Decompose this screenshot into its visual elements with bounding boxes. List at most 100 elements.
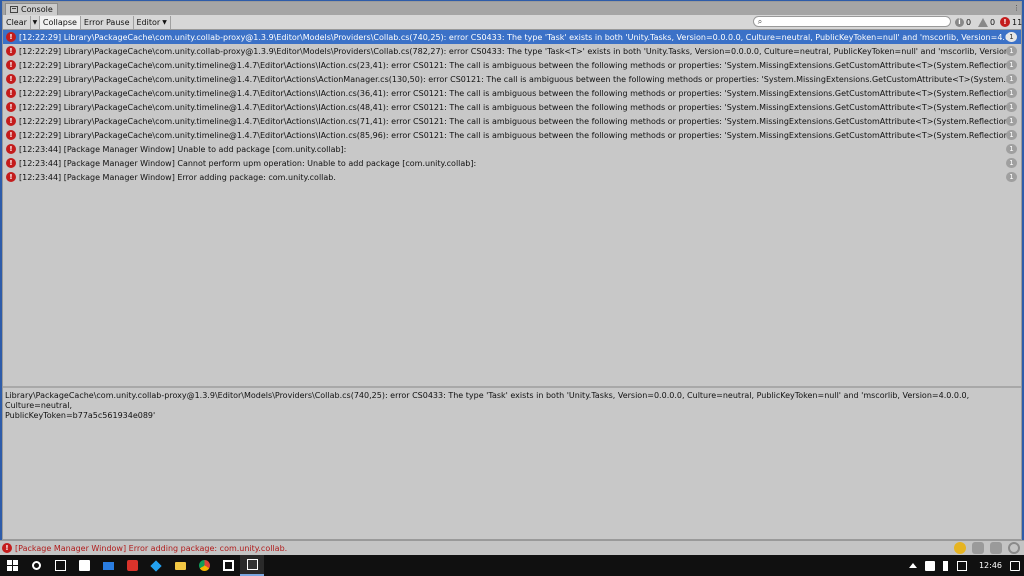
- taskbar-unity-editor[interactable]: [240, 555, 264, 576]
- ime-icon[interactable]: [956, 560, 967, 571]
- warning-count: 0: [990, 17, 996, 27]
- log-row[interactable]: ! [12:22:29] Library\PackageCache\com.un…: [3, 114, 1021, 128]
- log-text: [12:23:44] [Package Manager Window] Cann…: [19, 158, 477, 168]
- log-text: [12:22:29] Library\PackageCache\com.unit…: [19, 46, 1009, 56]
- search-icon: [31, 561, 41, 570]
- info-count: 0: [966, 17, 972, 27]
- error-icon: !: [6, 88, 16, 98]
- collapse-toggle[interactable]: Collapse: [39, 15, 81, 29]
- info-filter-toggle[interactable]: i 0: [955, 16, 971, 28]
- app-icon: [126, 560, 138, 571]
- console-icon: [10, 6, 18, 13]
- log-text: [12:22:29] Library\PackageCache\com.unit…: [19, 88, 1009, 98]
- search-box: ⌕: [753, 16, 951, 27]
- taskbar-unity-hub[interactable]: [216, 555, 240, 576]
- taskbar-clock[interactable]: 12:46: [979, 561, 1002, 570]
- os-taskbar: 12:46: [0, 555, 1024, 576]
- mail-icon: [102, 561, 114, 570]
- pane-splitter[interactable]: [3, 386, 1021, 388]
- taskbar-mail[interactable]: [96, 555, 120, 576]
- detail-line: PublicKeyToken=b77a5c561934e089': [5, 411, 156, 420]
- taskbar-store[interactable]: [72, 555, 96, 576]
- store-icon: [78, 560, 90, 571]
- checkmark-icon[interactable]: [1008, 542, 1020, 554]
- count-badge: 1: [1006, 88, 1017, 98]
- chevron-down-icon: ▼: [32, 18, 38, 26]
- search-icon: ⌕: [757, 17, 763, 26]
- code-editor-icon: [150, 559, 162, 572]
- status-bar[interactable]: ! [Package Manager Window] Error adding …: [0, 540, 1024, 555]
- progress-spinner-icon[interactable]: [954, 542, 966, 554]
- cloud-icon[interactable]: [990, 542, 1002, 554]
- start-button[interactable]: [0, 555, 24, 576]
- log-list[interactable]: ! [12:22:29] Library\PackageCache\com.un…: [3, 30, 1021, 386]
- error-icon: !: [6, 158, 16, 168]
- error-icon: !: [6, 144, 16, 154]
- log-text: [12:22:29] Library\PackageCache\com.unit…: [19, 130, 1009, 140]
- log-row[interactable]: ! [12:22:29] Library\PackageCache\com.un…: [3, 100, 1021, 114]
- error-count: 11: [1012, 17, 1023, 27]
- tab-menu-icon[interactable]: ⋮: [1013, 5, 1020, 12]
- log-row[interactable]: ! [12:22:29] Library\PackageCache\com.un…: [3, 44, 1021, 58]
- network-icon[interactable]: [924, 560, 935, 571]
- count-badge: 1: [1006, 158, 1017, 168]
- count-badge: 1: [1006, 102, 1017, 112]
- log-text: [12:22:29] Library\PackageCache\com.unit…: [19, 60, 1009, 70]
- log-row[interactable]: ! [12:22:29] Library\PackageCache\com.un…: [3, 72, 1021, 86]
- log-row[interactable]: ! [12:23:44] [Package Manager Window] Un…: [3, 142, 1021, 156]
- console-toolbar: Clear ▼ Collapse Error Pause Editor ▼ ⌕ …: [3, 15, 1022, 30]
- windows-logo-icon: [6, 560, 18, 571]
- clear-button[interactable]: Clear: [3, 15, 31, 29]
- unity-editor-icon: [246, 559, 258, 570]
- status-icons: [954, 542, 1020, 554]
- error-icon: !: [2, 543, 12, 553]
- taskbar-search-button[interactable]: [24, 555, 48, 576]
- warning-filter-toggle[interactable]: 0: [978, 16, 995, 28]
- tab-console-label: Console: [21, 5, 53, 14]
- taskbar-vscode[interactable]: [144, 555, 168, 576]
- task-view-button[interactable]: [48, 555, 72, 576]
- log-row[interactable]: ! [12:23:44] [Package Manager Window] Er…: [3, 170, 1021, 184]
- log-row[interactable]: ! [12:22:29] Library\PackageCache\com.un…: [3, 58, 1021, 72]
- error-icon: !: [6, 172, 16, 182]
- clear-options-dropdown[interactable]: ▼: [31, 15, 40, 29]
- chevron-up-icon[interactable]: [908, 563, 917, 568]
- error-pause-toggle[interactable]: Error Pause: [81, 15, 134, 29]
- tab-console[interactable]: Console: [5, 3, 58, 15]
- collab-icon[interactable]: [972, 542, 984, 554]
- search-input[interactable]: [766, 17, 936, 26]
- count-badge: 1: [1006, 172, 1017, 182]
- status-message: [Package Manager Window] Error adding pa…: [15, 543, 288, 553]
- folder-icon: [174, 561, 186, 570]
- count-badge: 1: [1006, 46, 1017, 56]
- error-icon: !: [6, 32, 16, 42]
- log-text: [12:23:44] [Package Manager Window] Erro…: [19, 172, 336, 182]
- notification-icon[interactable]: [1010, 560, 1020, 571]
- count-badge: 1: [1006, 116, 1017, 126]
- log-row[interactable]: ! [12:22:29] Library\PackageCache\com.un…: [3, 86, 1021, 100]
- log-detail-pane[interactable]: Library\PackageCache\com.unity.collab-pr…: [5, 391, 1015, 541]
- taskbar-chrome[interactable]: [192, 555, 216, 576]
- task-view-icon: [54, 560, 66, 571]
- log-text: [12:22:29] Library\PackageCache\com.unit…: [19, 116, 1009, 126]
- editor-dropdown[interactable]: Editor ▼: [134, 15, 171, 29]
- taskbar-explorer[interactable]: [168, 555, 192, 576]
- info-icon: i: [955, 17, 964, 27]
- system-tray: 12:46: [908, 555, 1020, 576]
- error-filter-toggle[interactable]: ! 11: [1000, 16, 1022, 28]
- volume-icon[interactable]: [942, 560, 949, 571]
- log-row[interactable]: ! [12:22:29] Library\PackageCache\com.un…: [3, 30, 1021, 44]
- log-row[interactable]: ! [12:23:44] [Package Manager Window] Ca…: [3, 156, 1021, 170]
- log-text: [12:22:29] Library\PackageCache\com.unit…: [19, 102, 1009, 112]
- chrome-icon: [198, 560, 210, 571]
- error-icon: !: [6, 102, 16, 112]
- console-window: Console ⋮ Clear ▼ Collapse Error Pause E…: [2, 1, 1022, 540]
- log-text: [12:22:29] Library\PackageCache\com.unit…: [19, 74, 1009, 84]
- log-row[interactable]: ! [12:22:29] Library\PackageCache\com.un…: [3, 128, 1021, 142]
- taskbar-app-red[interactable]: [120, 555, 144, 576]
- count-badge: 1: [1006, 74, 1017, 84]
- warning-icon: [978, 17, 988, 27]
- count-badge: 1: [1006, 32, 1017, 42]
- error-icon: !: [6, 116, 16, 126]
- count-badge: 1: [1006, 60, 1017, 70]
